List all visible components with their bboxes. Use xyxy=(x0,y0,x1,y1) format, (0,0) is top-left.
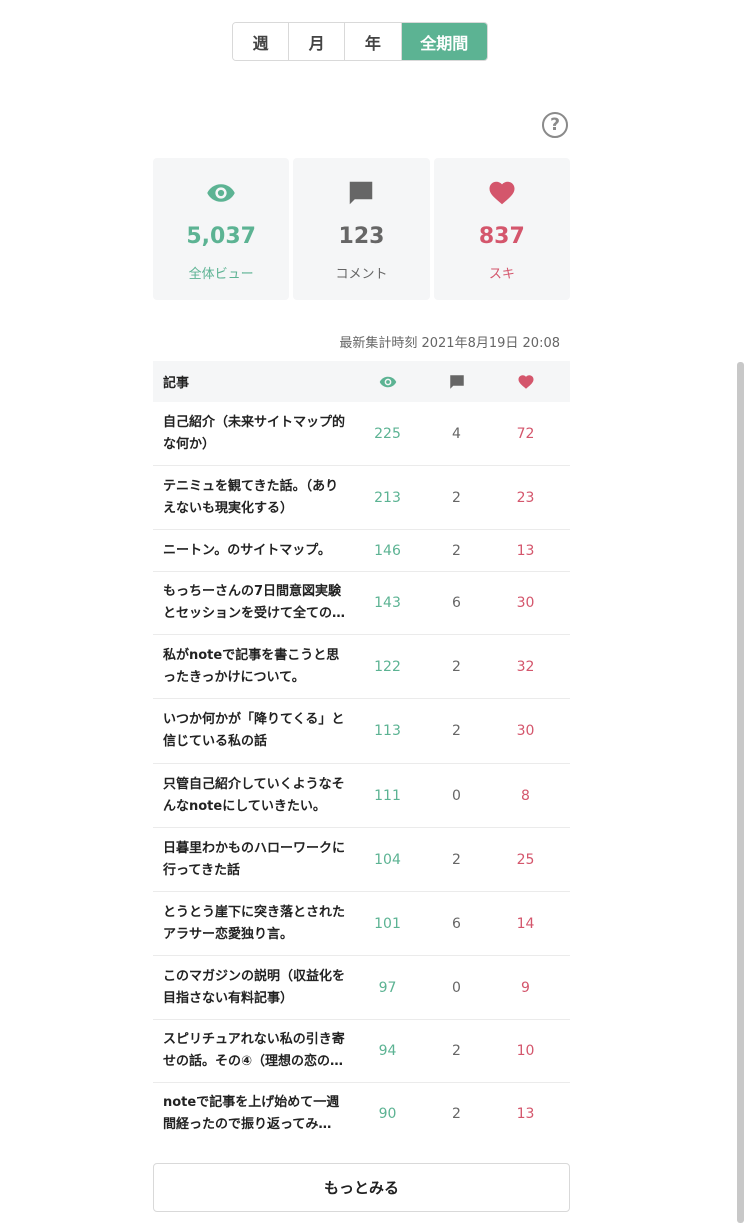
views-count: 97 xyxy=(378,979,397,996)
table-header: 記事 xyxy=(153,361,570,402)
eye-icon xyxy=(207,184,235,202)
header-comments xyxy=(422,373,491,391)
table-row[interactable]: 日暮里わかものハローワークに行ってきた話 104 2 25 xyxy=(153,828,570,892)
views-count: 225 xyxy=(374,425,401,442)
period-tabs: 週 月 年 全期間 xyxy=(232,22,488,61)
article-title[interactable]: 自己紹介（未来サイトマップ的な何か） xyxy=(153,412,353,456)
views-count: 101 xyxy=(374,915,401,932)
comments-count: 6 xyxy=(452,915,461,932)
views-count: 143 xyxy=(374,595,401,611)
table-row[interactable]: いつか何かが「降りてくる」と信じている私の話 113 2 30 xyxy=(153,699,570,764)
comments-count: 0 xyxy=(452,787,461,804)
likes-count: 72 xyxy=(516,425,535,442)
comments-count: 2 xyxy=(452,542,461,559)
comment-icon xyxy=(350,181,373,205)
table-row[interactable]: このマガジンの説明（収益化を目指さない有料記事） 97 0 9 xyxy=(153,956,570,1020)
likes-count: 23 xyxy=(516,489,535,506)
last-updated-timestamp: 最新集計時刻 2021年8月19日 20:08 xyxy=(339,336,560,351)
table-row[interactable]: スピリチュアれない私の引き寄せの話。その④（理想の恋の… 94 2 10 xyxy=(153,1020,570,1083)
table-row[interactable]: 私がnoteで記事を書こうと思ったきっかけについて。 122 2 32 xyxy=(153,635,570,699)
comments-card: 123 コメント xyxy=(293,158,430,300)
article-title[interactable]: とうとう崖下に突き落とされたアラサー恋愛独り言。 xyxy=(153,902,353,946)
header-article: 記事 xyxy=(163,376,190,391)
likes-count: 13 xyxy=(516,542,535,559)
comments-count: 2 xyxy=(452,851,461,868)
likes-count: 13 xyxy=(516,1106,535,1122)
tab-all-time[interactable]: 全期間 xyxy=(401,23,487,60)
likes-count: 30 xyxy=(516,595,535,611)
eye-icon xyxy=(379,376,396,387)
views-count: 213 xyxy=(374,489,401,506)
likes-count: 30 xyxy=(516,723,535,739)
article-title[interactable]: 私がnoteで記事を書こうと思ったきっかけについて。 xyxy=(153,645,353,689)
comment-icon xyxy=(449,374,464,389)
header-likes xyxy=(491,373,560,391)
comments-total: 123 xyxy=(338,224,385,249)
comments-count: 4 xyxy=(452,425,461,442)
article-stats-table: 記事 自己紹介（未来サイトマップ的な何か） 225 4 72 テニミュを観てきた… xyxy=(153,361,570,1145)
comments-count: 2 xyxy=(452,489,461,506)
comments-count: 2 xyxy=(452,1106,461,1122)
views-count: 111 xyxy=(374,787,401,804)
likes-card: 837 スキ xyxy=(433,158,570,300)
scrollbar[interactable] xyxy=(737,362,744,1223)
article-title[interactable]: いつか何かが「降りてくる」と信じている私の話 xyxy=(153,709,353,753)
views-label: 全体ビュー xyxy=(188,267,254,282)
article-title[interactable]: noteで記事を上げ始めて一週間経ったので振り返ってみ… xyxy=(153,1092,353,1136)
article-title[interactable]: スピリチュアれない私の引き寄せの話。その④（理想の恋の… xyxy=(153,1029,353,1073)
help-icon[interactable]: ? xyxy=(542,112,568,138)
table-row[interactable]: もっちーさんの7日間意図実験とセッションを受けて全ての… 143 6 30 xyxy=(153,572,570,635)
likes-count: 8 xyxy=(521,787,530,804)
likes-label: スキ xyxy=(488,267,515,282)
likes-count: 32 xyxy=(516,658,535,675)
article-title[interactable]: このマガジンの説明（収益化を目指さない有料記事） xyxy=(153,966,353,1010)
table-row[interactable]: とうとう崖下に突き落とされたアラサー恋愛独り言。 101 6 14 xyxy=(153,892,570,956)
likes-count: 14 xyxy=(516,915,535,932)
tab-month[interactable]: 月 xyxy=(289,23,346,60)
comments-count: 6 xyxy=(452,595,461,611)
heart-icon xyxy=(518,374,533,389)
comments-label: コメント xyxy=(335,267,388,282)
likes-count: 10 xyxy=(516,1043,535,1059)
table-row[interactable]: テニミュを観てきた話。（ありえないも現実化する） 213 2 23 xyxy=(153,466,570,530)
comments-count: 0 xyxy=(452,979,461,996)
article-title[interactable]: ニートン。のサイトマップ。 xyxy=(153,540,353,562)
table-row[interactable]: ニートン。のサイトマップ。 146 2 13 xyxy=(153,530,570,572)
comments-count: 2 xyxy=(452,723,461,739)
summary-cards: 5,037 全体ビュー 123 コメント 837 スキ xyxy=(153,158,570,300)
views-count: 113 xyxy=(374,723,401,739)
header-views xyxy=(353,373,422,391)
article-title[interactable]: テニミュを観てきた話。（ありえないも現実化する） xyxy=(153,476,353,520)
comments-count: 2 xyxy=(452,1043,461,1059)
article-title[interactable]: 只管自己紹介していくようなそんなnoteにしていきたい。 xyxy=(153,774,353,818)
likes-total: 837 xyxy=(478,224,525,249)
views-count: 94 xyxy=(378,1043,397,1059)
show-more-button[interactable]: もっとみる xyxy=(153,1163,570,1212)
heart-icon xyxy=(489,181,515,205)
article-title[interactable]: もっちーさんの7日間意図実験とセッションを受けて全ての… xyxy=(153,581,353,625)
table-row[interactable]: noteで記事を上げ始めて一週間経ったので振り返ってみ… 90 2 13 xyxy=(153,1083,570,1145)
views-card: 5,037 全体ビュー xyxy=(153,158,290,300)
article-title[interactable]: 日暮里わかものハローワークに行ってきた話 xyxy=(153,838,353,882)
table-row[interactable]: 只管自己紹介していくようなそんなnoteにしていきたい。 111 0 8 xyxy=(153,764,570,828)
tab-week[interactable]: 週 xyxy=(233,23,290,60)
likes-count: 25 xyxy=(516,851,535,868)
likes-count: 9 xyxy=(521,979,530,996)
views-count: 122 xyxy=(374,658,401,675)
table-row[interactable]: 自己紹介（未来サイトマップ的な何か） 225 4 72 xyxy=(153,402,570,466)
views-total: 5,037 xyxy=(186,224,256,249)
views-count: 104 xyxy=(374,851,401,868)
tab-year[interactable]: 年 xyxy=(345,23,402,60)
views-count: 90 xyxy=(378,1106,397,1122)
comments-count: 2 xyxy=(452,658,461,675)
views-count: 146 xyxy=(374,542,401,559)
